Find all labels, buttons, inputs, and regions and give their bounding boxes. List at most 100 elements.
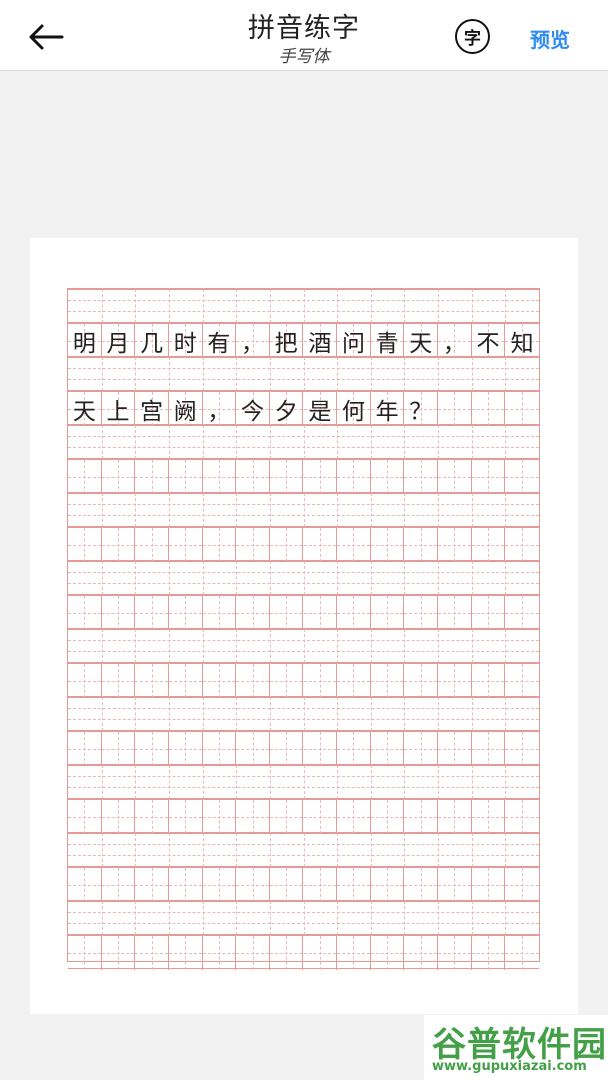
tianzige-cell[interactable] (68, 528, 102, 562)
tianzige-cell[interactable] (337, 800, 371, 834)
tianzige-cell[interactable]: 天 (404, 324, 439, 358)
tianzige-cell[interactable] (303, 528, 338, 562)
tianzige-cell[interactable] (236, 936, 270, 970)
tianzige-cell[interactable] (202, 936, 237, 970)
tianzige-cell[interactable]: ？ (404, 392, 439, 426)
tianzige-cell[interactable] (337, 596, 371, 630)
tianzige-cell[interactable] (370, 732, 405, 766)
tianzige-cell[interactable] (101, 868, 136, 902)
tianzige-cell[interactable] (269, 936, 304, 970)
tianzige-cell[interactable] (202, 664, 237, 698)
tianzige-cell[interactable] (68, 732, 102, 766)
tianzige-cell[interactable]: 何 (337, 392, 371, 426)
preview-button[interactable]: 预览 (530, 24, 570, 53)
tianzige-cell[interactable] (269, 800, 304, 834)
tianzige-cell[interactable] (135, 460, 169, 494)
tianzige-cell[interactable] (303, 460, 338, 494)
tianzige-cell[interactable] (438, 596, 472, 630)
tianzige-cell[interactable]: 时 (168, 324, 203, 358)
tianzige-cell[interactable] (135, 800, 169, 834)
tianzige-cell[interactable] (438, 528, 472, 562)
tianzige-cell[interactable]: 有 (202, 324, 237, 358)
tianzige-cell[interactable] (471, 664, 506, 698)
tianzige-cell[interactable] (438, 392, 472, 426)
tianzige-cell[interactable] (135, 732, 169, 766)
tianzige-cell[interactable] (337, 460, 371, 494)
tianzige-cell[interactable] (505, 528, 539, 562)
tianzige-cell[interactable] (505, 392, 539, 426)
tianzige-cell[interactable] (269, 596, 304, 630)
tianzige-cell[interactable] (68, 664, 102, 698)
tianzige-cell[interactable]: 阙 (168, 392, 203, 426)
tianzige-cell[interactable] (202, 800, 237, 834)
tianzige-cell[interactable] (236, 460, 270, 494)
tianzige-cell[interactable] (202, 528, 237, 562)
tianzige-cell[interactable]: 问 (337, 324, 371, 358)
tianzige-cell[interactable] (135, 528, 169, 562)
tianzige-cell[interactable] (505, 460, 539, 494)
tianzige-cell[interactable]: 几 (135, 324, 169, 358)
tianzige-cell[interactable] (471, 460, 506, 494)
tianzige-cell[interactable] (236, 732, 270, 766)
tianzige-cell[interactable]: 宫 (135, 392, 169, 426)
tianzige-cell[interactable] (471, 936, 506, 970)
tianzige-cell[interactable] (68, 868, 102, 902)
tianzige-cell[interactable] (404, 528, 439, 562)
tianzige-cell[interactable]: 天 (68, 392, 102, 426)
tianzige-cell[interactable] (68, 936, 102, 970)
tianzige-cell[interactable] (404, 800, 439, 834)
tianzige-cell[interactable]: 青 (370, 324, 405, 358)
tianzige-cell[interactable]: 年 (370, 392, 405, 426)
tianzige-cell[interactable] (370, 936, 405, 970)
tianzige-cell[interactable] (404, 732, 439, 766)
tianzige-cell[interactable] (101, 528, 136, 562)
tianzige-cell[interactable]: 月 (101, 324, 136, 358)
tianzige-cell[interactable]: 明 (68, 324, 102, 358)
tianzige-cell[interactable] (471, 596, 506, 630)
tianzige-cell[interactable] (168, 528, 203, 562)
tianzige-cell[interactable] (303, 732, 338, 766)
tianzige-cell[interactable] (370, 868, 405, 902)
tianzige-cell[interactable] (404, 596, 439, 630)
tianzige-cell[interactable] (168, 460, 203, 494)
tianzige-cell[interactable] (269, 868, 304, 902)
tianzige-cell[interactable] (505, 732, 539, 766)
tianzige-cell[interactable] (168, 732, 203, 766)
tianzige-cell[interactable] (471, 732, 506, 766)
tianzige-cell[interactable] (438, 936, 472, 970)
tianzige-cell[interactable] (471, 392, 506, 426)
tianzige-cell[interactable] (236, 868, 270, 902)
tianzige-cell[interactable] (269, 460, 304, 494)
tianzige-cell[interactable] (202, 596, 237, 630)
tianzige-cell[interactable] (101, 596, 136, 630)
tianzige-cell[interactable] (404, 868, 439, 902)
tianzige-cell[interactable] (438, 732, 472, 766)
tianzige-cell[interactable]: 酒 (303, 324, 338, 358)
tianzige-cell[interactable] (303, 800, 338, 834)
tianzige-cell[interactable]: 今 (236, 392, 270, 426)
tianzige-cell[interactable] (202, 732, 237, 766)
tianzige-cell[interactable] (101, 800, 136, 834)
tianzige-cell[interactable]: 上 (101, 392, 136, 426)
tianzige-cell[interactable]: ， (202, 392, 237, 426)
tianzige-cell[interactable] (236, 800, 270, 834)
tianzige-cell[interactable] (202, 460, 237, 494)
tianzige-cell[interactable] (168, 596, 203, 630)
tianzige-cell[interactable] (303, 936, 338, 970)
tianzige-cell[interactable] (68, 596, 102, 630)
tianzige-cell[interactable] (471, 868, 506, 902)
tianzige-cell[interactable] (337, 664, 371, 698)
tianzige-cell[interactable]: ， (236, 324, 270, 358)
tianzige-cell[interactable] (404, 936, 439, 970)
character-button[interactable]: 字 (455, 19, 490, 54)
tianzige-cell[interactable] (269, 732, 304, 766)
tianzige-cell[interactable] (404, 460, 439, 494)
tianzige-cell[interactable] (303, 596, 338, 630)
tianzige-cell[interactable] (505, 800, 539, 834)
tianzige-cell[interactable] (337, 732, 371, 766)
tianzige-cell[interactable] (471, 800, 506, 834)
tianzige-cell[interactable]: 夕 (269, 392, 304, 426)
tianzige-cell[interactable] (168, 800, 203, 834)
tianzige-cell[interactable] (438, 868, 472, 902)
tianzige-cell[interactable]: 是 (303, 392, 338, 426)
